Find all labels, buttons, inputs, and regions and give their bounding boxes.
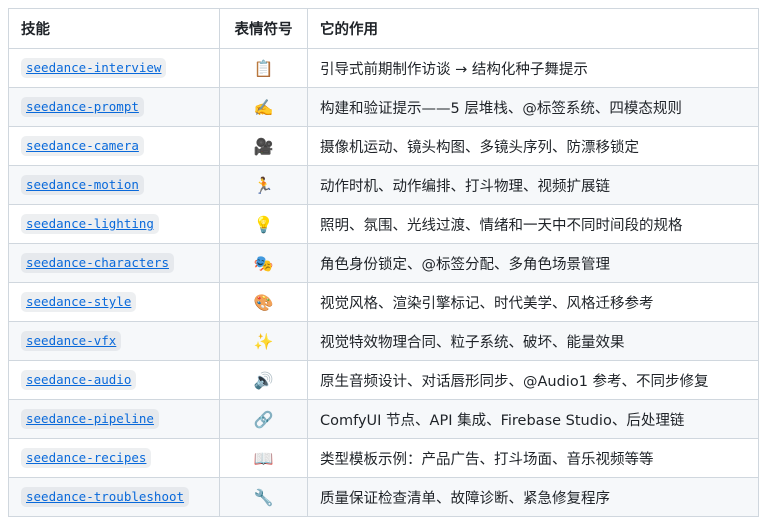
skill-link[interactable]: seedance-audio	[21, 370, 137, 390]
skill-cell: seedance-interview	[8, 48, 220, 88]
table-row: seedance-interview 📋 引导式前期制作访谈 → 结构化种子舞提示	[8, 48, 759, 88]
table-row: seedance-camera 🎥 摄像机运动、镜头构图、多镜头序列、防漂移锁定	[8, 126, 759, 166]
table-row: seedance-vfx ✨ 视觉特效物理合同、粒子系统、破坏、能量效果	[8, 321, 759, 361]
skill-link[interactable]: seedance-lighting	[21, 214, 159, 234]
skill-link[interactable]: seedance-recipes	[21, 448, 152, 468]
description-cell: 视觉特效物理合同、粒子系统、破坏、能量效果	[307, 321, 759, 361]
description-cell: 构建和验证提示——5 层堆栈、@标签系统、四模态规则	[307, 87, 759, 127]
emoji-icon: ✍️	[219, 87, 308, 127]
table-row: seedance-audio 🔊 原生音频设计、对话唇形同步、@Audio1 参考、…	[8, 360, 759, 400]
table-row: seedance-troubleshoot 🔧 质量保证检查清单、故障诊断、紧急修复…	[8, 477, 759, 517]
skill-link[interactable]: seedance-characters	[21, 253, 174, 273]
skill-cell: seedance-audio	[8, 360, 220, 400]
table-header-row: 技能 表情符号 它的作用	[8, 8, 759, 49]
table-row: seedance-lighting 💡 照明、氛围、光线过渡、情绪和一天中不同时间段…	[8, 204, 759, 244]
description-cell: 照明、氛围、光线过渡、情绪和一天中不同时间段的规格	[307, 204, 759, 244]
table-row: seedance-prompt ✍️ 构建和验证提示——5 层堆栈、@标签系统、四模…	[8, 87, 759, 127]
skill-link[interactable]: seedance-prompt	[21, 97, 144, 117]
skill-cell: seedance-vfx	[8, 321, 220, 361]
emoji-icon: 🔧	[219, 477, 308, 517]
skill-link[interactable]: seedance-pipeline	[21, 409, 159, 429]
skill-link[interactable]: seedance-motion	[21, 175, 144, 195]
header-skill: 技能	[8, 8, 220, 49]
skill-link[interactable]: seedance-camera	[21, 136, 144, 156]
header-description: 它的作用	[307, 8, 759, 49]
skill-cell: seedance-camera	[8, 126, 220, 166]
skills-table: 技能 表情符号 它的作用 seedance-interview 📋 引导式前期制作访…	[8, 8, 759, 517]
skill-cell: seedance-prompt	[8, 87, 220, 127]
emoji-icon: 🎥	[219, 126, 308, 166]
emoji-icon: 📖	[219, 438, 308, 478]
description-cell: 动作时机、动作编排、打斗物理、视频扩展链	[307, 165, 759, 205]
skill-link[interactable]: seedance-vfx	[21, 331, 122, 351]
description-cell: 质量保证检查清单、故障诊断、紧急修复程序	[307, 477, 759, 517]
emoji-icon: 🎨	[219, 282, 308, 322]
description-cell: 角色身份锁定、@标签分配、多角色场景管理	[307, 243, 759, 283]
skill-cell: seedance-troubleshoot	[8, 477, 220, 517]
skill-cell: seedance-motion	[8, 165, 220, 205]
skill-link[interactable]: seedance-troubleshoot	[21, 487, 190, 507]
table-row: seedance-motion 🏃 动作时机、动作编排、打斗物理、视频扩展链	[8, 165, 759, 205]
description-cell: 类型模板示例：产品广告、打斗场面、音乐视频等等	[307, 438, 759, 478]
description-cell: 引导式前期制作访谈 → 结构化种子舞提示	[307, 48, 759, 88]
emoji-icon: 🔗	[219, 399, 308, 439]
emoji-icon: 💡	[219, 204, 308, 244]
table-row: seedance-pipeline 🔗 ComfyUI 节点、API 集成、Fire…	[8, 399, 759, 439]
emoji-icon: 🎭	[219, 243, 308, 283]
skill-cell: seedance-characters	[8, 243, 220, 283]
header-emoji: 表情符号	[219, 8, 308, 49]
skill-cell: seedance-recipes	[8, 438, 220, 478]
emoji-icon: 📋	[219, 48, 308, 88]
skill-link[interactable]: seedance-interview	[21, 58, 167, 78]
table-row: seedance-recipes 📖 类型模板示例：产品广告、打斗场面、音乐视频等等	[8, 438, 759, 478]
emoji-icon: 🔊	[219, 360, 308, 400]
description-cell: 视觉风格、渲染引擎标记、时代美学、风格迁移参考	[307, 282, 759, 322]
description-cell: 摄像机运动、镜头构图、多镜头序列、防漂移锁定	[307, 126, 759, 166]
skill-link[interactable]: seedance-style	[21, 292, 137, 312]
skill-cell: seedance-lighting	[8, 204, 220, 244]
skill-cell: seedance-style	[8, 282, 220, 322]
table-row: seedance-style 🎨 视觉风格、渲染引擎标记、时代美学、风格迁移参考	[8, 282, 759, 322]
skill-cell: seedance-pipeline	[8, 399, 220, 439]
description-cell: 原生音频设计、对话唇形同步、@Audio1 参考、不同步修复	[307, 360, 759, 400]
emoji-icon: ✨	[219, 321, 308, 361]
description-cell: ComfyUI 节点、API 集成、Firebase Studio、后处理链	[307, 399, 759, 439]
emoji-icon: 🏃	[219, 165, 308, 205]
table-row: seedance-characters 🎭 角色身份锁定、@标签分配、多角色场景管理	[8, 243, 759, 283]
